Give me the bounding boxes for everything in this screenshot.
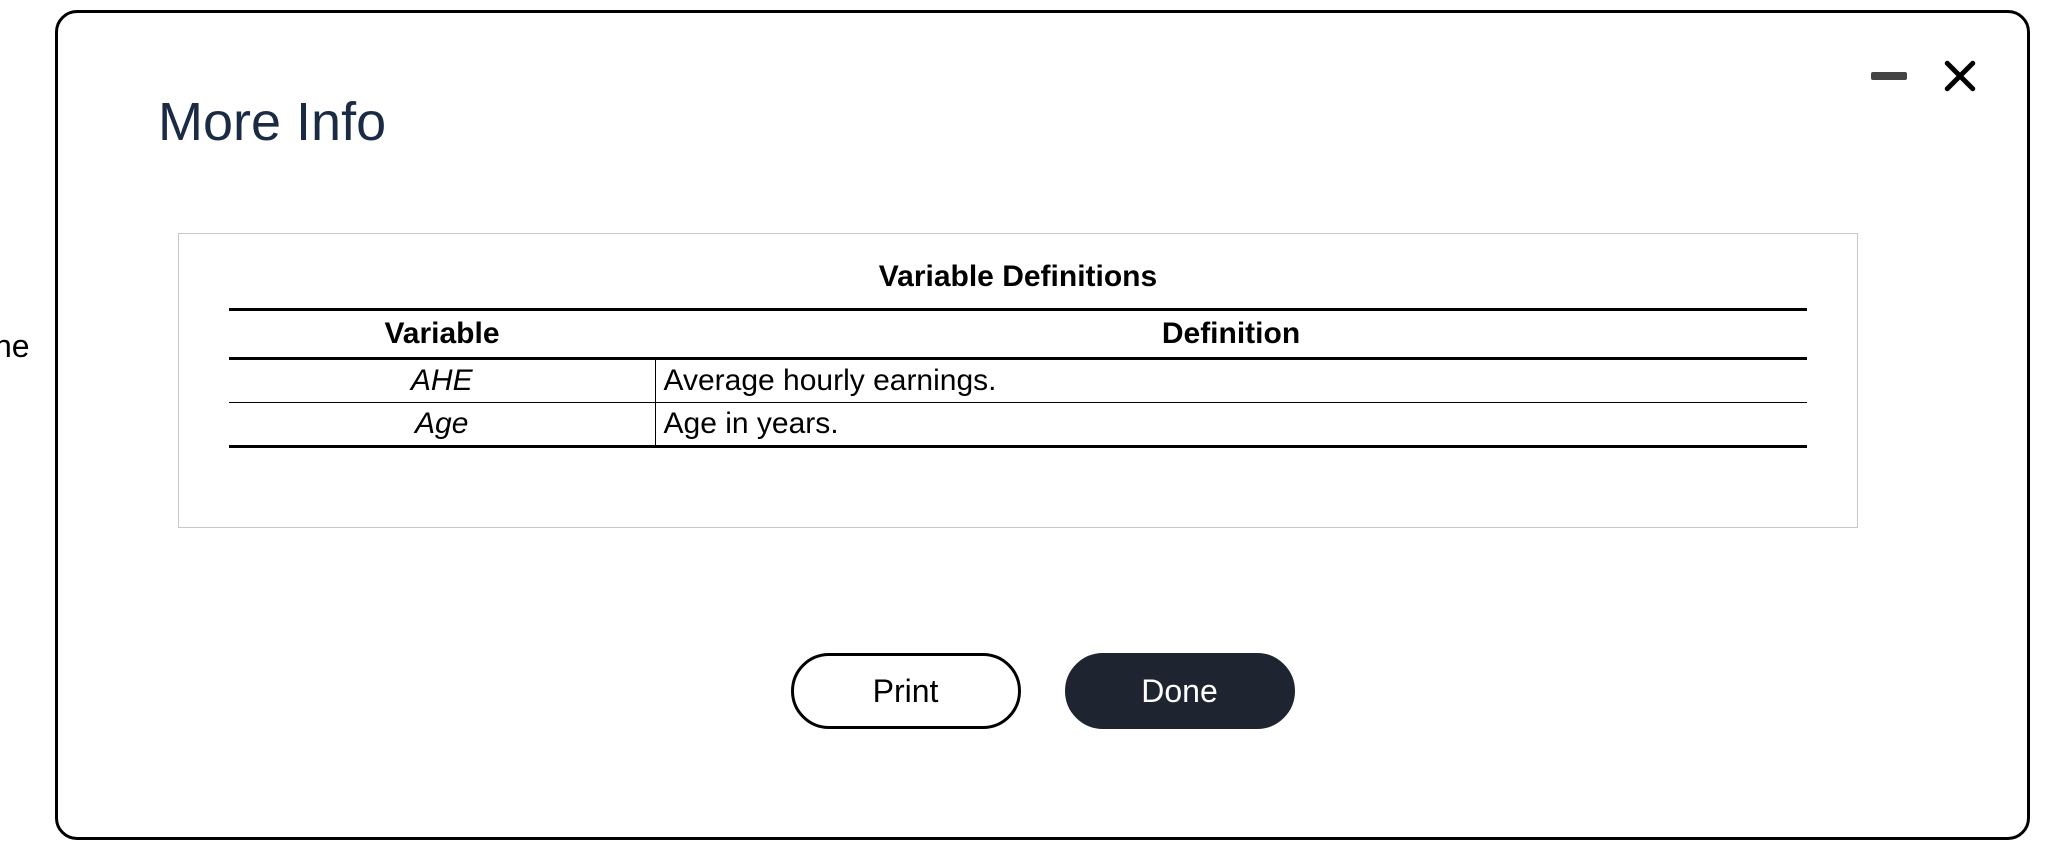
column-header-definition: Definition bbox=[655, 310, 1807, 359]
print-button[interactable]: Print bbox=[791, 653, 1021, 729]
done-button[interactable]: Done bbox=[1065, 653, 1295, 729]
definition-cell: Age in years. bbox=[655, 403, 1807, 447]
column-header-variable: Variable bbox=[229, 310, 655, 359]
window-controls bbox=[1871, 59, 1977, 93]
more-info-dialog: More Info Variable Definitions Variable … bbox=[55, 10, 2030, 840]
table-header-row: Variable Definition bbox=[229, 310, 1807, 359]
definition-cell: Average hourly earnings. bbox=[655, 359, 1807, 403]
table-row: Age Age in years. bbox=[229, 403, 1807, 447]
variable-cell: Age bbox=[229, 403, 655, 447]
background-text-fragment: he bbox=[0, 328, 30, 365]
table-title: Variable Definitions bbox=[229, 260, 1807, 294]
variable-cell: AHE bbox=[229, 359, 655, 403]
table-row: AHE Average hourly earnings. bbox=[229, 359, 1807, 403]
dialog-button-row: Print Done bbox=[58, 653, 2027, 729]
dialog-title: More Info bbox=[158, 91, 386, 153]
minimize-icon[interactable] bbox=[1871, 72, 1907, 80]
definitions-panel: Variable Definitions Variable Definition… bbox=[178, 233, 1858, 528]
definitions-table: Variable Definition AHE Average hourly e… bbox=[229, 308, 1807, 448]
close-icon[interactable] bbox=[1943, 59, 1977, 93]
